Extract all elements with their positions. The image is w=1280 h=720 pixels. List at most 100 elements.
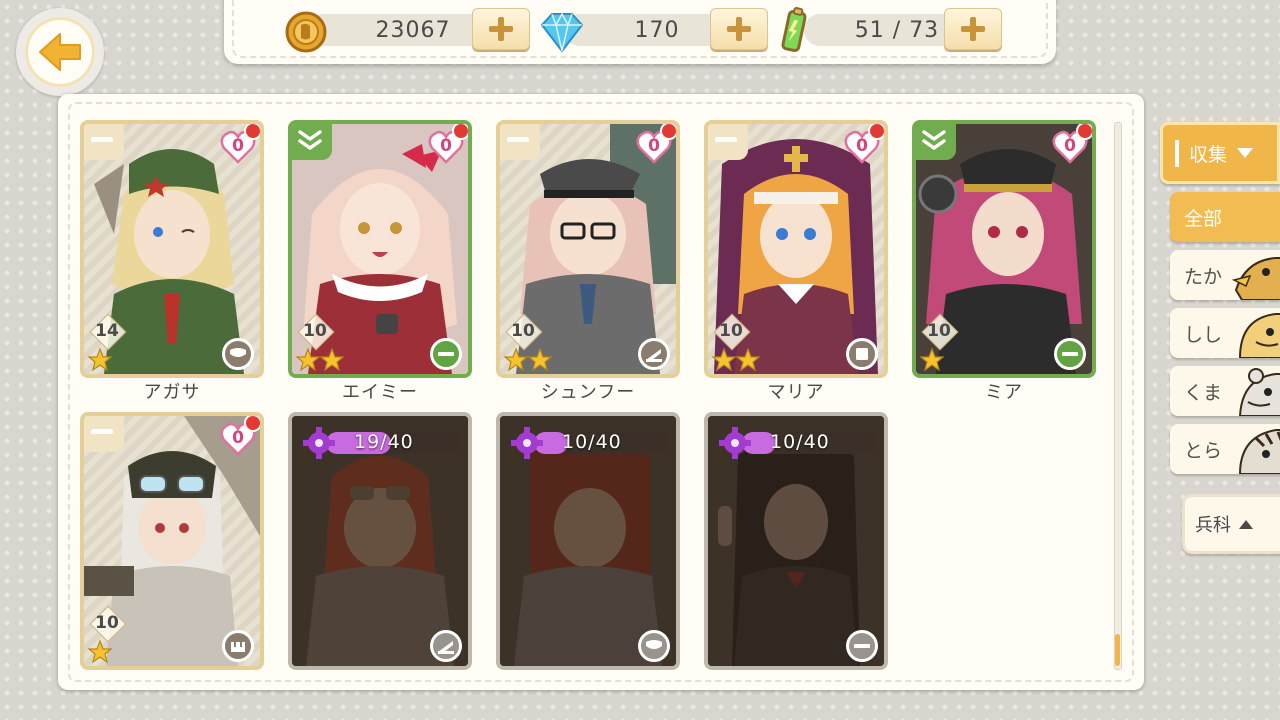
gear-icon [303, 427, 335, 459]
notification-dot [452, 124, 468, 140]
star-icon [88, 640, 112, 664]
star-icon [712, 348, 736, 372]
level-value: 10 [303, 321, 327, 341]
class-tower-icon [222, 630, 254, 662]
level-badge: 10 [505, 313, 543, 351]
add-stamina-button[interactable] [944, 8, 1002, 50]
back-button[interactable] [16, 8, 104, 96]
class-minus-icon [430, 338, 462, 370]
level-badge: 10 [297, 313, 335, 351]
character-card[interactable]: 0 10 [288, 120, 472, 378]
minus-icon [715, 137, 737, 142]
locked-character-card[interactable]: 10/40 [704, 412, 888, 670]
level-badge: 14 [89, 313, 127, 351]
locked-character-card[interactable]: 19/40 [288, 412, 472, 670]
character-name: シュンフー [540, 382, 636, 403]
fragment-progress-bar: 19/40 [302, 427, 462, 459]
character-card[interactable]: 0 10 [704, 120, 888, 378]
level-value: 10 [511, 321, 535, 341]
star-icon [320, 348, 344, 372]
character-name: ミア [985, 382, 1023, 403]
level-value: 14 [95, 321, 119, 341]
fragment-progress-bar: 10/40 [510, 427, 670, 459]
rarity-tab [84, 416, 124, 452]
star-icon [504, 348, 528, 372]
star-rating [920, 348, 944, 372]
filter-kuma-tab[interactable]: くま [1170, 366, 1280, 416]
branch-sort-button[interactable]: 兵科 [1182, 494, 1280, 554]
add-coins-button[interactable] [472, 8, 530, 50]
scrollbar[interactable] [1114, 122, 1122, 670]
triangle-up-icon [1239, 520, 1253, 529]
filter-all-tab[interactable]: 全部 [1170, 192, 1280, 242]
star-icon [920, 348, 944, 372]
class-angle-icon [430, 630, 462, 662]
filter-tora-label: とら [1184, 439, 1223, 462]
add-gems-button[interactable] [710, 8, 768, 50]
double-chevron-icon [298, 130, 322, 150]
class-shield-icon [222, 338, 254, 370]
rarity-tab [916, 124, 956, 160]
notification-dot [1076, 124, 1092, 140]
class-shield-icon [638, 630, 670, 662]
minus-icon [91, 137, 113, 142]
star-icon [736, 348, 760, 372]
star-rating [504, 348, 552, 372]
star-rating [712, 348, 760, 372]
character-card[interactable]: 0 14 [80, 120, 264, 378]
class-minus-icon [846, 630, 878, 662]
character-collection-panel: 0 14 アガサ 0 10 エイミー 0 10 シュンフー 0 10 マリア 0… [58, 94, 1144, 690]
level-value: 10 [927, 321, 951, 341]
minus-icon [91, 429, 113, 434]
diamond-icon [541, 12, 583, 52]
collect-label: 収集 [1175, 139, 1227, 167]
triangle-down-icon [1237, 148, 1254, 158]
lion-mascot-icon [1238, 313, 1280, 358]
filter-shishi-label: しし [1184, 323, 1223, 346]
rarity-tab [708, 124, 748, 160]
character-card[interactable]: 0 10 [80, 412, 264, 670]
collect-sort-dropdown[interactable]: 収集 [1160, 122, 1280, 184]
fragment-count: 19/40 [354, 431, 414, 453]
branch-sort-label: 兵科 [1195, 515, 1231, 536]
star-rating [88, 640, 112, 664]
filter-all-label: 全部 [1184, 207, 1223, 230]
fragment-progress-bar: 10/40 [718, 427, 878, 459]
battery-icon [781, 7, 807, 53]
fragment-count: 10/40 [562, 431, 622, 453]
filter-taka-label: たか [1184, 265, 1223, 288]
gear-icon [719, 427, 751, 459]
arrow-left-icon [39, 33, 81, 71]
scrollbar-thumb[interactable] [1115, 634, 1120, 666]
level-badge: 10 [89, 605, 127, 643]
star-rating [296, 348, 344, 372]
tiger-mascot-icon [1238, 429, 1280, 474]
minus-icon [507, 137, 529, 142]
star-rating [88, 348, 112, 372]
level-badge: 10 [713, 313, 751, 351]
rarity-tab [500, 124, 540, 160]
rarity-tab [292, 124, 332, 160]
class-angle-icon [638, 338, 670, 370]
filter-tora-tab[interactable]: とら [1170, 424, 1280, 474]
filter-taka-tab[interactable]: たか [1170, 250, 1280, 300]
notification-dot [244, 124, 260, 140]
fragment-count: 10/40 [770, 431, 830, 453]
filter-shishi-tab[interactable]: しし [1170, 308, 1280, 358]
character-card[interactable]: 0 10 [912, 120, 1096, 378]
double-chevron-icon [922, 130, 946, 150]
star-icon [296, 348, 320, 372]
notification-dot [660, 124, 676, 140]
hawk-mascot-icon [1231, 257, 1280, 300]
locked-character-card[interactable]: 10/40 [496, 412, 680, 670]
coin-icon [285, 11, 327, 53]
class-square-icon [846, 338, 878, 370]
gear-icon [511, 427, 543, 459]
notification-dot [868, 124, 884, 140]
notification-dot [244, 416, 260, 432]
level-value: 10 [719, 321, 743, 341]
character-card[interactable]: 0 10 [496, 120, 680, 378]
character-name: エイミー [342, 382, 418, 403]
filter-kuma-label: くま [1184, 381, 1223, 404]
rarity-tab [84, 124, 124, 160]
